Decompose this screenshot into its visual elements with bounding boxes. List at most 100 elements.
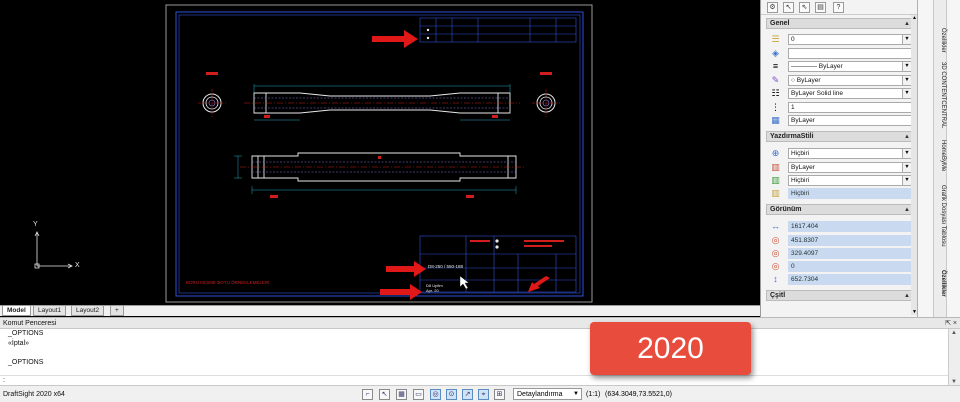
lineweight-select[interactable]: ○ ByLayer ▼ — [788, 75, 912, 86]
tab-3d-contentcentral[interactable]: 3D CONTENTCENTRAL — [936, 62, 946, 128]
print-style-icon: ⊕ — [771, 148, 780, 158]
palette-tab-column: Özellikler 3D CONTENTCENTRAL HomeByMe Gr… — [933, 0, 947, 317]
color-field[interactable] — [788, 48, 912, 59]
chevron-down-icon: ▼ — [902, 163, 911, 172]
help-icon[interactable]: ? — [833, 2, 844, 13]
command-window-controls[interactable]: ⇱ × — [945, 318, 957, 329]
linetype-select[interactable]: ———— ByLayer ▼ — [788, 61, 912, 72]
section-print-style[interactable]: YazdırmaStili ▲ — [766, 131, 914, 142]
print-type-value: Hiçbiri — [788, 188, 912, 199]
ucs-x-label: X — [75, 262, 80, 269]
prop-row-color: ◈ — [766, 47, 914, 60]
ortho-icon[interactable]: ↖ — [379, 389, 390, 400]
collapse-icon[interactable]: ▲ — [904, 291, 910, 301]
polar-icon[interactable]: ▭ — [413, 389, 424, 400]
prop-row-center-x: ◎ 451.8307 — [766, 234, 914, 247]
section-misc[interactable]: Çşitl ▲ — [766, 290, 914, 301]
prop-row-thickness: ▦ ByLayer — [766, 114, 914, 127]
print-style-select[interactable]: Hiçbiri ▼ — [788, 148, 912, 159]
collapse-icon[interactable]: ▲ — [904, 205, 910, 215]
chevron-down-icon: ▼ — [902, 35, 911, 44]
prop-row-print-style: ⊕ Hiçbiri ▼ — [766, 147, 914, 160]
add-layout-tab[interactable]: + — [110, 306, 124, 316]
toggle-pickadd-icon[interactable]: ⇖ — [799, 2, 810, 13]
draftsight-window: Y X BORU KESME BOYU ÖRNEKLEMELERİ D8-250… — [0, 0, 960, 402]
tab-properties-active[interactable]: Özellikler — [936, 270, 946, 297]
tab-layout2[interactable]: Layout2 — [71, 306, 105, 316]
print-type-icon: ▥ — [771, 188, 780, 198]
drawing-graphics — [34, 4, 593, 303]
year-badge: 2020 — [590, 322, 751, 375]
title-block-text-1: D8-250 / 550-188 — [428, 264, 464, 269]
tab-homebyme[interactable]: HomeByMe — [936, 140, 946, 171]
collapse-icon[interactable]: ▲ — [904, 19, 910, 29]
dynamic-input-icon[interactable]: ⌖ — [478, 389, 489, 400]
prop-row-height: ↕ 652.7304 — [766, 273, 914, 286]
command-history-line — [0, 348, 960, 358]
filter-icon[interactable]: ▤ — [815, 2, 826, 13]
lineweight-display-icon[interactable]: ↗ — [462, 389, 473, 400]
section-general-title: Genel — [770, 20, 790, 27]
layout-tabs-bar: Model Layout1 Layout2 + — [0, 305, 760, 316]
title-block-text-3: Apr. 20 — [426, 288, 439, 293]
chevron-down-icon: ▼ — [902, 62, 911, 71]
print-table-select[interactable]: ByLayer ▼ — [788, 162, 912, 173]
ucs-y-label: Y — [33, 221, 38, 228]
view-height-value: 652.7304 — [788, 274, 912, 285]
app-name: DraftSight 2020 x64 — [3, 391, 65, 398]
command-window: Komut Penceresi ⇱ × _OPTIONS «İptal» _OP… — [0, 317, 960, 386]
etrack-icon[interactable]: ⊙ — [446, 389, 457, 400]
section-view-title: Görünüm — [770, 206, 802, 213]
chevron-down-icon: ▼ — [902, 76, 911, 85]
linescale-icon: ☷ — [771, 88, 780, 98]
view-center-z-value: 0 — [788, 261, 912, 272]
quick-input-icon[interactable]: ⊞ — [494, 389, 505, 400]
print-attached-select[interactable]: Hiçbiri ▼ — [788, 175, 912, 186]
tab-layout1[interactable]: Layout1 — [33, 306, 67, 316]
prop-row-linescale: ☷ ByLayer Solid line ▼ — [766, 87, 914, 100]
esnap-icon[interactable]: ◎ — [430, 389, 441, 400]
view-center-y-value: 329.4097 — [788, 248, 912, 259]
linescale-select[interactable]: ByLayer Solid line ▼ — [788, 88, 912, 99]
drawing-canvas[interactable]: Y X BORU KESME BOYU ÖRNEKLEMELERİ D8-250… — [0, 0, 760, 305]
section-misc-title: Çşitl — [770, 292, 786, 299]
tab-model[interactable]: Model — [2, 306, 31, 316]
chevron-down-icon: ▼ — [902, 176, 911, 185]
section-general[interactable]: Genel ▲ — [766, 18, 914, 29]
section-view[interactable]: Görünüm ▲ — [766, 204, 914, 215]
tab-properties[interactable]: Özellikler — [936, 28, 946, 53]
height-icon: ↕ — [773, 274, 778, 284]
command-input[interactable]: : — [0, 375, 948, 385]
command-history-line: _OPTIONS — [8, 358, 44, 366]
command-window-titlebar: Komut Penceresi ⇱ × — [0, 318, 960, 329]
prop-row-transparency: ⋮ 1 — [766, 101, 914, 114]
transparency-field[interactable]: 1 — [788, 102, 912, 113]
snap-icon[interactable]: ⌐ — [362, 389, 373, 400]
collapse-icon[interactable]: ▲ — [904, 132, 910, 142]
section-print-style-title: YazdırmaStili — [770, 133, 814, 140]
prop-row-layer: ☰ 0 ▼ — [766, 33, 914, 46]
grid-icon[interactable]: ▦ — [396, 389, 407, 400]
quick-select-icon[interactable]: ⚙ — [767, 2, 778, 13]
command-scrollbar[interactable]: ▲ ▼ — [948, 329, 960, 386]
command-history-line: _OPTIONS — [8, 330, 44, 337]
center-z-icon: ◎ — [771, 261, 780, 271]
scale-readout: (1:1) — [586, 391, 601, 398]
layer-select[interactable]: 0 ▼ — [788, 34, 912, 45]
annotation-scale-dropdown[interactable]: Detaylandırma ▼ — [513, 388, 582, 400]
lineweight-icon: ✎ — [771, 75, 780, 85]
linetype-icon: ≡ — [772, 61, 779, 71]
select-objects-icon[interactable]: ↖ — [783, 2, 794, 13]
thickness-icon: ▦ — [771, 115, 780, 125]
tab-graphics-table[interactable]: Grafik Dosyası Tablosu — [936, 185, 946, 247]
command-history-line: «İptal» — [8, 339, 30, 347]
prop-row-print-type: ▥ Hiçbiri — [766, 187, 914, 200]
layer-icon: ☰ — [771, 34, 780, 44]
properties-palette: ⚙ ↖ ⇖ ▤ ? Genel ▲ ☰ 0 ▼ ◈ ≡ ———— ByLayer ▼ ✎ ○… — [760, 0, 917, 317]
status-bar: DraftSight 2020 x64 ⌐ ↖ ▦ ▭ ◎ ⊙ ↗ ⌖ ⊞ De… — [0, 385, 960, 402]
center-y-icon: ◎ — [771, 248, 780, 258]
prop-row-print-attached: ▥ Hiçbiri ▼ — [766, 174, 914, 187]
thickness-field[interactable]: ByLayer — [788, 115, 912, 126]
scroll-up-icon[interactable]: ▲ — [951, 330, 957, 336]
command-window-title: Komut Penceresi — [3, 320, 57, 327]
